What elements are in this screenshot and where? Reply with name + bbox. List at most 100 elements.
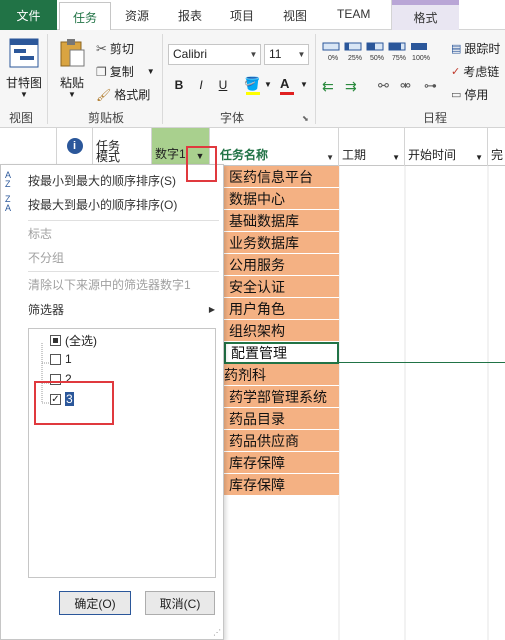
chevron-down-icon[interactable]: ▼ (475, 153, 483, 162)
option-checkbox[interactable] (50, 353, 61, 365)
schedule-group-label: 日程 (423, 111, 448, 125)
clipboard-group-label: 剪贴板 (88, 111, 125, 125)
finish-column-header[interactable]: 完 (488, 128, 505, 166)
task-name-cell[interactable]: 用户角色 (224, 298, 339, 320)
tab-view[interactable]: 视图 (283, 7, 307, 24)
clear-filter-item[interactable]: 清除以下来源中的筛选器数字1 (1, 273, 223, 295)
pct-50-label[interactable]: 50% (366, 55, 388, 62)
split-task-button[interactable]: ⊶ (424, 78, 437, 94)
unlink-tasks-button[interactable]: ⚮ (400, 78, 411, 94)
task-mode-column-header[interactable]: 任务 模式 (93, 128, 152, 166)
no-group-item[interactable]: 不分组 (1, 246, 223, 268)
task-name-cell[interactable]: 基础数据库 (224, 210, 339, 232)
task-name-cell[interactable]: 库存保障 (224, 474, 339, 496)
paste-label: 粘贴 (59, 76, 84, 90)
sort-descending-icon: ZA (5, 194, 12, 213)
task-name-cell[interactable]: 安全认证 (224, 276, 339, 298)
font-group-label: 字体 (220, 111, 245, 125)
cancel-button[interactable]: 取消(C) (145, 591, 215, 615)
filter-option[interactable]: 1 (50, 352, 72, 366)
task-name-cell[interactable]: 库存保障 (224, 452, 339, 474)
no-group-label: 不分组 (28, 250, 65, 265)
pct-0-label[interactable]: 0% (322, 55, 344, 62)
pct-complete-buttons: 0% 25% 50% 75% 100% (322, 40, 432, 64)
bold-button[interactable]: B (170, 78, 188, 92)
task-name-cell[interactable]: 公用服务 (224, 254, 339, 276)
underline-button[interactable]: U (214, 78, 232, 92)
task-name-cell[interactable]: 组织架构 (224, 320, 339, 342)
resize-grip-icon[interactable]: ⋰ (213, 628, 221, 637)
font-color-button[interactable]: A ▼ (280, 76, 310, 96)
paste-button[interactable]: 粘贴 ▼ (55, 36, 89, 106)
pct-75-label[interactable]: 75% (388, 55, 410, 62)
italic-button[interactable]: I (192, 78, 210, 92)
task-name-cell[interactable]: 药剂科 (224, 364, 339, 386)
font-name-input[interactable]: Calibri ▼ (168, 44, 261, 65)
flag-item[interactable]: 标志 (1, 222, 223, 244)
tab-project[interactable]: 项目 (230, 7, 254, 24)
format-painter-button[interactable]: 🖌 格式刷 (96, 86, 150, 103)
ok-button[interactable]: 确定(O) (59, 591, 131, 615)
chevron-down-icon[interactable]: ▼ (295, 45, 308, 64)
filter-value-list[interactable]: (全选) 1 2 ✓ 3 (28, 328, 216, 578)
task-name-cell[interactable]: 医药信息平台 (224, 166, 339, 188)
indicators-column-header[interactable]: i (57, 128, 93, 166)
view-group-label: 视图 (9, 111, 34, 125)
tab-report[interactable]: 报表 (178, 7, 202, 24)
pct-25-label[interactable]: 25% (344, 55, 366, 62)
format-painter-label: 格式刷 (114, 88, 151, 102)
sort-ascending-icon: AZ (5, 170, 12, 189)
copy-icon: ❐ (96, 64, 107, 79)
mark-on-track-button[interactable]: ▤ 跟踪时 (451, 40, 500, 57)
sort-descending-item[interactable]: ZA 按最大到最小的顺序排序(O) (1, 193, 223, 215)
number1-header-label: 数字1 (155, 147, 186, 161)
indent-button[interactable]: ⇉ (345, 78, 357, 95)
info-icon: i (66, 137, 83, 154)
task-name-cell[interactable]: 数据中心 (224, 188, 339, 210)
pct-100-label[interactable]: 100% (410, 55, 432, 62)
cut-button[interactable]: ✂ 剪切 (96, 40, 134, 57)
link-tasks-button[interactable]: ⚯ (378, 78, 389, 94)
respect-links-button[interactable]: ✓ 考虑链 (451, 63, 499, 80)
task-name-cell[interactable]: 业务数据库 (224, 232, 339, 254)
tab-resource[interactable]: 资源 (125, 7, 149, 24)
task-name-cell-selected[interactable]: 配置管理 (224, 342, 339, 364)
chevron-down-icon: ▼ (264, 80, 272, 89)
ribbon-tabs: 文件 任务 资源 报表 项目 视图 TEAM 格式 (0, 0, 505, 31)
flag-label: 标志 (28, 226, 53, 241)
task-name-column-header[interactable]: 任务名称 ▼ (210, 128, 339, 166)
chevron-down-icon[interactable]: ▼ (392, 153, 400, 162)
start-column-header[interactable]: 开始时间 ▼ (405, 128, 488, 166)
scissors-icon: ✂ (96, 40, 107, 56)
task-name-cell[interactable]: 药学部管理系统 (224, 386, 339, 408)
select-all-label: (全选) (65, 334, 97, 348)
gantt-chart-icon (9, 38, 39, 68)
filters-submenu-item[interactable]: 筛选器 ▶ (1, 298, 223, 320)
chevron-down-icon[interactable]: ▼ (247, 45, 260, 64)
select-all-option[interactable]: (全选) (50, 332, 97, 349)
gantt-chart-button[interactable]: 甘特图 ▼ (6, 36, 42, 106)
tab-task[interactable]: 任务 (59, 2, 111, 31)
outdent-button[interactable]: ⇇ (322, 78, 334, 95)
highlight-color-button[interactable]: 🪣 ▼ (244, 76, 274, 96)
row-header-corner[interactable] (0, 128, 57, 166)
task-name-header-label: 任务名称 (220, 148, 269, 162)
chevron-down-icon[interactable]: ▼ (326, 153, 334, 162)
select-all-checkbox[interactable] (50, 335, 61, 346)
inactivate-button[interactable]: ▭ 停用 (451, 86, 488, 103)
respect-links-label: 考虑链 (463, 65, 500, 79)
task-name-column: 医药信息平台 数据中心 基础数据库 业务数据库 公用服务 安全认证 用户角色 组… (224, 166, 339, 496)
tab-format[interactable]: 格式 (391, 0, 459, 30)
task-name-cell[interactable]: 药品目录 (224, 408, 339, 430)
font-dialog-launcher-icon[interactable]: ⬊ (302, 114, 309, 123)
gantt-chart-label: 甘特图 (5, 76, 42, 90)
filters-label: 筛选器 (28, 302, 65, 317)
copy-button[interactable]: ❐ 复制 ▼ (96, 63, 155, 80)
tab-team[interactable]: TEAM (337, 7, 370, 21)
duration-column-header[interactable]: 工期 ▼ (339, 128, 405, 166)
inactivate-icon: ▭ (451, 89, 462, 101)
tab-file[interactable]: 文件 (0, 0, 57, 30)
task-name-cell[interactable]: 药品供应商 (224, 430, 339, 452)
sort-ascending-label: 按最小到最大的顺序排序(S) (28, 173, 176, 188)
font-size-input[interactable]: 11 ▼ (264, 44, 309, 65)
